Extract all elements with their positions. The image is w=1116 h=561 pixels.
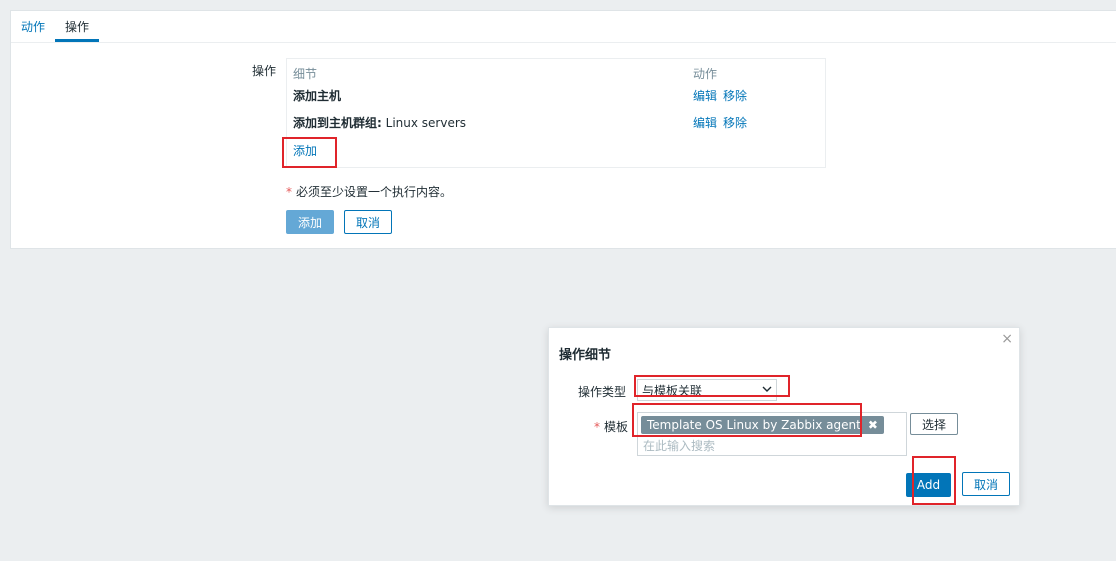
edit-link[interactable]: 编辑 [693, 116, 717, 130]
operation-type-label: 操作类型 [578, 385, 627, 399]
column-header-details: 细节 [293, 67, 318, 81]
table-row: 添加到主机群组: Linux servers [293, 114, 466, 131]
search-placeholder[interactable]: 在此输入搜索 [643, 437, 715, 454]
required-star: * [286, 185, 292, 199]
action-form-card: 动作 操作 操作 细节 动作 添加主机 编辑 移除 添加到主机群组: Linux … [10, 10, 1116, 249]
add-operation-link[interactable]: 添加 [293, 142, 317, 159]
operations-label: 操作 [252, 64, 277, 78]
remove-link[interactable]: 移除 [723, 89, 747, 103]
tab-action[interactable]: 动作 [21, 18, 45, 35]
required-note-text: 必须至少设置一个执行内容。 [296, 185, 453, 199]
close-icon[interactable]: × [1001, 331, 1013, 347]
template-tag: Template OS Linux by Zabbix agent ✖ [641, 416, 884, 434]
column-header-action: 动作 [693, 67, 718, 81]
required-note: * 必须至少设置一个执行内容。 [286, 183, 452, 200]
table-row: 添加主机 [293, 87, 341, 104]
operation-type-select[interactable]: 与模板关联 [637, 379, 777, 401]
operation-name: 添加到主机群组: [293, 116, 382, 130]
operation-type-value: 与模板关联 [642, 383, 703, 398]
required-star: * [594, 420, 600, 434]
tab-operations[interactable]: 操作 [54, 18, 100, 42]
remove-link[interactable]: 移除 [723, 116, 747, 130]
row-actions: 编辑 移除 [693, 114, 753, 131]
add-button[interactable]: 添加 [286, 210, 334, 234]
template-label: * 模板 [594, 420, 629, 434]
operation-value: Linux servers [385, 116, 467, 130]
remove-tag-icon[interactable]: ✖ [868, 418, 878, 432]
tab-bar: 动作 操作 [11, 11, 1116, 43]
dialog-title: 操作细节 [559, 348, 612, 363]
row-actions: 编辑 移除 [693, 87, 753, 104]
edit-link[interactable]: 编辑 [693, 89, 717, 103]
operation-details-dialog: 操作细节 × 操作类型 与模板关联 * 模板 Template OS Linux … [548, 327, 1020, 506]
dialog-cancel-button[interactable]: 取消 [962, 472, 1010, 496]
operations-table: 细节 动作 添加主机 编辑 移除 添加到主机群组: Linux servers 编… [286, 58, 826, 168]
chevron-down-icon [762, 382, 772, 399]
operation-name: 添加主机 [293, 89, 342, 103]
dialog-add-button[interactable]: Add [906, 473, 951, 497]
template-tag-label: Template OS Linux by Zabbix agent [647, 418, 861, 432]
select-button[interactable]: 选择 [910, 413, 958, 435]
cancel-button[interactable]: 取消 [344, 210, 392, 234]
template-multiselect[interactable]: Template OS Linux by Zabbix agent ✖ 在此输入… [637, 412, 907, 456]
